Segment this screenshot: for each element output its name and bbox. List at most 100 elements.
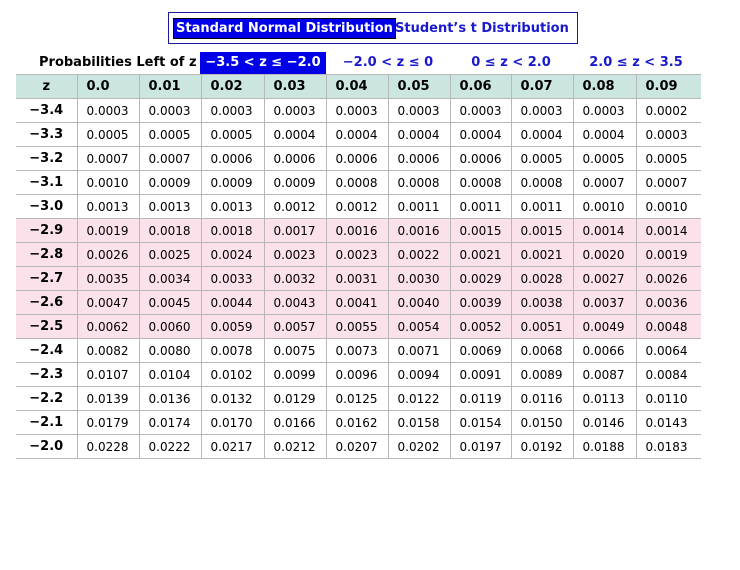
probability-cell: 0.0162 bbox=[325, 410, 389, 435]
probability-cell: 0.0006 bbox=[200, 146, 265, 171]
z-column-header: z bbox=[16, 74, 78, 99]
probability-cell: 0.0192 bbox=[510, 434, 574, 459]
column-header: 0.07 bbox=[510, 74, 574, 99]
probability-cell: 0.0014 bbox=[572, 218, 637, 243]
probability-cell: 0.0179 bbox=[76, 410, 140, 435]
range-selector: Probabilities Left of z −3.5 < z ≤ −2.0 … bbox=[16, 52, 701, 74]
probability-cell: 0.0015 bbox=[510, 218, 574, 243]
probability-cell: 0.0021 bbox=[449, 242, 512, 267]
probability-cell: 0.0003 bbox=[635, 122, 701, 147]
z-value-cell: −2.9 bbox=[16, 218, 78, 243]
column-header: 0.08 bbox=[572, 74, 637, 99]
probability-cell: 0.0004 bbox=[449, 122, 512, 147]
probability-cell: 0.0183 bbox=[635, 434, 701, 459]
probability-cell: 0.0033 bbox=[200, 266, 265, 291]
probability-cell: 0.0107 bbox=[76, 362, 140, 387]
probability-cell: 0.0049 bbox=[572, 314, 637, 339]
column-header: 0.06 bbox=[449, 74, 512, 99]
probability-cell: 0.0060 bbox=[138, 314, 202, 339]
probability-cell: 0.0032 bbox=[263, 266, 327, 291]
probability-cell: 0.0022 bbox=[387, 242, 451, 267]
probability-cell: 0.0010 bbox=[635, 194, 701, 219]
z-table: z 0.0 0.01 0.02 0.03 0.04 0.05 0.06 0.07… bbox=[16, 74, 701, 459]
table-row: −2.6 0.0047 0.0045 0.0044 0.0043 0.0041 0.0040… bbox=[16, 290, 701, 315]
probability-cell: 0.0004 bbox=[510, 122, 574, 147]
probability-cell: 0.0136 bbox=[138, 386, 202, 411]
probability-cell: 0.0019 bbox=[76, 218, 140, 243]
probability-cell: 0.0005 bbox=[572, 146, 637, 171]
probability-cell: 0.0024 bbox=[200, 242, 265, 267]
probability-cell: 0.0023 bbox=[263, 242, 327, 267]
probability-cell: 0.0202 bbox=[387, 434, 451, 459]
probability-cell: 0.0006 bbox=[325, 146, 389, 171]
probability-cell: 0.0002 bbox=[635, 98, 701, 123]
probability-cell: 0.0125 bbox=[325, 386, 389, 411]
tab-students-t[interactable]: Student’s t Distribution bbox=[395, 19, 569, 38]
z-value-cell: −2.6 bbox=[16, 290, 78, 315]
probability-cell: 0.0003 bbox=[510, 98, 574, 123]
probability-cell: 0.0005 bbox=[138, 122, 202, 147]
tab-range-3[interactable]: 0 ≤ z < 2.0 bbox=[450, 52, 572, 74]
table-row: −2.1 0.0179 0.0174 0.0170 0.0166 0.0162 0.0158… bbox=[16, 410, 701, 435]
tab-standard-normal[interactable]: Standard Normal Distribution bbox=[173, 18, 396, 39]
probability-cell: 0.0044 bbox=[200, 290, 265, 315]
probability-cell: 0.0023 bbox=[325, 242, 389, 267]
probability-cell: 0.0004 bbox=[387, 122, 451, 147]
probability-cell: 0.0150 bbox=[510, 410, 574, 435]
probability-cell: 0.0011 bbox=[449, 194, 512, 219]
probability-cell: 0.0166 bbox=[263, 410, 327, 435]
probability-cell: 0.0009 bbox=[200, 170, 265, 195]
tab-range-1[interactable]: −3.5 < z ≤ −2.0 bbox=[200, 52, 326, 74]
probability-cell: 0.0062 bbox=[76, 314, 140, 339]
table-row: −2.5 0.0062 0.0060 0.0059 0.0057 0.0055 0.0054… bbox=[16, 314, 701, 339]
probability-cell: 0.0003 bbox=[387, 98, 451, 123]
probability-cell: 0.0003 bbox=[200, 98, 265, 123]
table-row: −2.3 0.0107 0.0104 0.0102 0.0099 0.0096 0.0094… bbox=[16, 362, 701, 387]
probabilities-label: Probabilities Left of z bbox=[39, 55, 197, 70]
column-header: 0.0 bbox=[76, 74, 140, 99]
table-row: −3.3 0.0005 0.0005 0.0005 0.0004 0.0004 0.0004… bbox=[16, 122, 701, 147]
probability-cell: 0.0027 bbox=[572, 266, 637, 291]
column-header: 0.05 bbox=[387, 74, 451, 99]
probability-cell: 0.0073 bbox=[325, 338, 389, 363]
probability-cell: 0.0066 bbox=[572, 338, 637, 363]
probability-cell: 0.0011 bbox=[510, 194, 574, 219]
probability-cell: 0.0021 bbox=[510, 242, 574, 267]
z-value-cell: −3.3 bbox=[16, 122, 78, 147]
probability-cell: 0.0017 bbox=[263, 218, 327, 243]
probability-cell: 0.0064 bbox=[635, 338, 701, 363]
probability-cell: 0.0222 bbox=[138, 434, 202, 459]
probability-cell: 0.0026 bbox=[635, 266, 701, 291]
probability-cell: 0.0059 bbox=[200, 314, 265, 339]
tab-range-2[interactable]: −2.0 < z ≤ 0 bbox=[332, 52, 444, 74]
probability-cell: 0.0015 bbox=[449, 218, 512, 243]
probability-cell: 0.0007 bbox=[138, 146, 202, 171]
probability-cell: 0.0110 bbox=[635, 386, 701, 411]
table-row: −3.2 0.0007 0.0007 0.0006 0.0006 0.0006 0.0006… bbox=[16, 146, 701, 171]
probability-cell: 0.0012 bbox=[263, 194, 327, 219]
probability-cell: 0.0009 bbox=[138, 170, 202, 195]
probability-cell: 0.0010 bbox=[76, 170, 140, 195]
probability-cell: 0.0013 bbox=[76, 194, 140, 219]
probability-cell: 0.0003 bbox=[138, 98, 202, 123]
z-value-cell: −3.4 bbox=[16, 98, 78, 123]
tab-range-4[interactable]: 2.0 ≤ z < 3.5 bbox=[578, 52, 694, 74]
probability-cell: 0.0005 bbox=[510, 146, 574, 171]
z-value-cell: −2.1 bbox=[16, 410, 78, 435]
probability-cell: 0.0052 bbox=[449, 314, 512, 339]
column-header: 0.03 bbox=[263, 74, 327, 99]
probability-cell: 0.0003 bbox=[76, 98, 140, 123]
probability-cell: 0.0146 bbox=[572, 410, 637, 435]
probability-cell: 0.0228 bbox=[76, 434, 140, 459]
probability-cell: 0.0087 bbox=[572, 362, 637, 387]
probability-cell: 0.0039 bbox=[449, 290, 512, 315]
probability-cell: 0.0082 bbox=[76, 338, 140, 363]
probability-cell: 0.0089 bbox=[510, 362, 574, 387]
column-header: 0.04 bbox=[325, 74, 389, 99]
column-header: 0.01 bbox=[138, 74, 202, 99]
probability-cell: 0.0028 bbox=[510, 266, 574, 291]
probability-cell: 0.0009 bbox=[263, 170, 327, 195]
probability-cell: 0.0003 bbox=[572, 98, 637, 123]
z-value-cell: −3.2 bbox=[16, 146, 78, 171]
probability-cell: 0.0207 bbox=[325, 434, 389, 459]
